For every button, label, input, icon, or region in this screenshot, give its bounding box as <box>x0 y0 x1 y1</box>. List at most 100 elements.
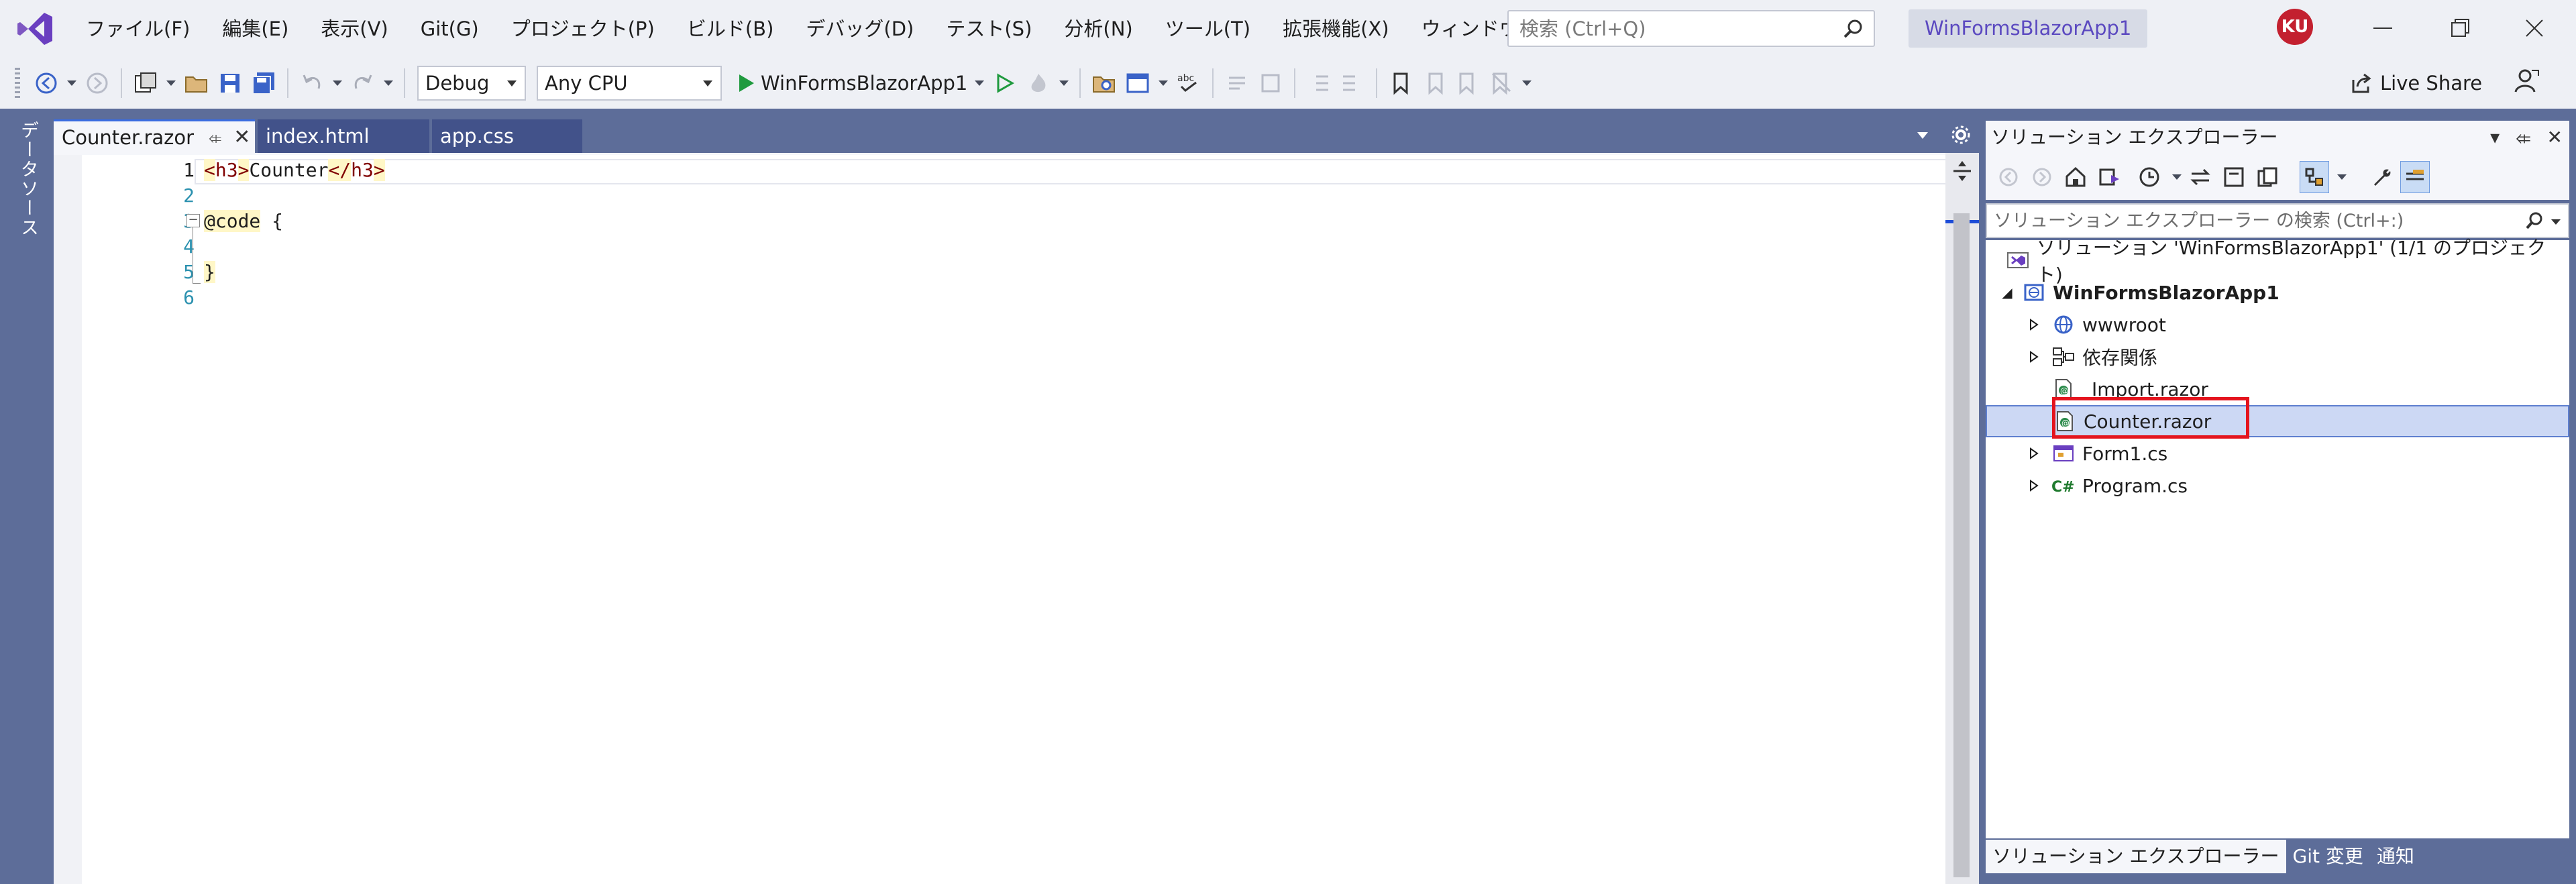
restore-icon[interactable] <box>2445 13 2475 43</box>
close-tab-icon[interactable]: ✕ <box>233 125 250 149</box>
collapse-arrow-icon[interactable]: ◢ <box>1999 284 2015 300</box>
menu-item[interactable]: ファイル(F) <box>70 9 206 49</box>
clear-bookmarks-icon[interactable] <box>1488 67 1515 99</box>
browser-link-icon[interactable] <box>1124 67 1151 99</box>
feedback-icon[interactable] <box>2513 68 2540 95</box>
save-all-icon[interactable] <box>250 67 277 99</box>
hot-reload-dropdown-icon[interactable] <box>1059 80 1069 86</box>
search-box[interactable] <box>1507 10 1875 47</box>
close-panel-icon[interactable]: ✕ <box>2547 121 2563 154</box>
expand-arrow-icon[interactable] <box>2029 447 2045 460</box>
save-icon[interactable] <box>217 67 244 99</box>
redo-icon[interactable] <box>350 67 376 99</box>
previous-bookmark-icon[interactable] <box>1421 67 1448 99</box>
search-options-dropdown-icon[interactable] <box>2549 215 2563 229</box>
minimize-icon[interactable] <box>2368 13 2398 43</box>
back-icon[interactable] <box>1994 161 2023 193</box>
preview-dropdown-icon[interactable] <box>2337 174 2347 180</box>
code-line[interactable]: 6 <box>54 286 1932 313</box>
code-line[interactable]: 2 <box>54 184 1932 211</box>
switch-views-icon[interactable] <box>2094 161 2124 193</box>
tab-overflow-dropdown-icon[interactable] <box>1915 127 1931 143</box>
menu-item[interactable]: デバッグ(D) <box>790 9 930 49</box>
next-bookmark-icon[interactable] <box>1454 67 1481 99</box>
forward-icon[interactable] <box>2027 161 2057 193</box>
bookmark-icon[interactable] <box>1387 67 1414 99</box>
solution-tree[interactable]: ソリューション 'WinFormsBlazorApp1' (1/1 のプロジェク… <box>1986 237 2569 838</box>
menu-item[interactable]: ツール(T) <box>1149 9 1267 49</box>
start-debugging-button[interactable]: WinFormsBlazorApp1 <box>737 67 967 99</box>
tree-item-program-cs[interactable]: C# Program.cs <box>1986 469 2569 502</box>
collapse-region-icon[interactable]: − <box>186 214 200 227</box>
indent-icon[interactable] <box>1339 67 1366 99</box>
start-without-debugging-icon[interactable] <box>991 67 1018 99</box>
uncomment-icon[interactable] <box>1257 67 1284 99</box>
search-icon[interactable] <box>1843 18 1864 40</box>
run-target-dropdown-icon[interactable] <box>975 80 985 86</box>
solution-explorer-search-input[interactable] <box>1992 209 2502 232</box>
tree-solution-node[interactable]: ソリューション 'WinFormsBlazorApp1' (1/1 のプロジェク… <box>1986 237 2569 286</box>
pin-icon[interactable]: ⤂ <box>209 128 221 147</box>
expand-arrow-icon[interactable] <box>2029 350 2045 364</box>
close-window-icon[interactable] <box>2520 13 2549 43</box>
filter-dropdown-icon[interactable] <box>2172 174 2182 180</box>
new-project-dropdown-icon[interactable] <box>166 80 176 86</box>
properties-icon[interactable] <box>2367 161 2396 193</box>
visual-studio-logo-icon[interactable] <box>15 9 55 49</box>
data-sources-tab[interactable]: データソース <box>15 121 41 237</box>
editor-vertical-scrollbar[interactable] <box>1945 153 1979 884</box>
browser-link-dropdown-icon[interactable] <box>1159 80 1169 86</box>
pending-changes-filter-icon[interactable] <box>2135 161 2164 193</box>
tab-index-html[interactable]: index.html <box>258 119 429 153</box>
menu-item[interactable]: Git(G) <box>405 9 495 49</box>
bottom-tab[interactable]: ソリューション エクスプローラー <box>1986 840 2286 873</box>
search-icon[interactable] <box>2525 211 2544 230</box>
pin-icon[interactable]: ⤂ <box>2516 121 2530 154</box>
configuration-select[interactable]: Debug <box>417 65 526 101</box>
menu-item[interactable]: プロジェクト(P) <box>495 9 671 49</box>
gear-icon[interactable] <box>1951 125 1971 145</box>
expand-arrow-icon[interactable] <box>2029 479 2045 492</box>
expand-arrow-icon[interactable] <box>2029 318 2045 331</box>
code-line[interactable]: 5} <box>54 261 1932 288</box>
tree-item-[interactable]: 依存関係 <box>1986 341 2569 373</box>
tab-counter-razor[interactable]: Counter.razor ⤂ ✕ <box>54 119 255 153</box>
redo-dropdown-icon[interactable] <box>384 80 393 86</box>
collapse-all-icon[interactable] <box>2219 161 2249 193</box>
bottom-tab[interactable]: Git 変更 <box>2286 840 2370 873</box>
platform-select[interactable]: Any CPU <box>537 65 722 101</box>
code-line[interactable]: 3 @code { <box>54 210 1932 237</box>
find-in-files-icon[interactable] <box>1091 67 1118 99</box>
hot-reload-icon[interactable] <box>1025 67 1052 99</box>
menu-item[interactable]: 編集(E) <box>206 9 305 49</box>
sync-with-active-document-icon[interactable] <box>2186 161 2215 193</box>
tree-item-form1-cs[interactable]: Form1.cs <box>1986 437 2569 469</box>
tree-project-node[interactable]: ◢ WinFormsBlazorApp1 <box>1986 276 2569 309</box>
comment-out-icon[interactable] <box>1224 67 1250 99</box>
split-window-icon[interactable] <box>1951 160 1974 182</box>
avatar[interactable]: KU <box>2277 9 2313 45</box>
outdent-icon[interactable] <box>1305 67 1332 99</box>
scrollbar-thumb[interactable] <box>1953 213 1970 877</box>
spell-check-icon[interactable]: abc <box>1175 67 1202 99</box>
preview-selected-items-icon[interactable] <box>2300 161 2329 193</box>
live-share-button[interactable]: Live Share <box>2349 66 2482 100</box>
open-folder-icon[interactable] <box>183 67 210 99</box>
tree-item-wwwroot[interactable]: wwwroot <box>1986 309 2569 341</box>
bottom-tab[interactable]: 通知 <box>2370 840 2421 873</box>
preview-tab-icon[interactable] <box>2400 161 2430 193</box>
code-line[interactable]: 4 <box>54 235 1932 262</box>
code-editor[interactable]: 1<h3>Counter</h3>23@code {45}6 − <box>54 153 1986 884</box>
new-project-icon[interactable] <box>132 67 159 99</box>
menu-item[interactable]: ビルド(B) <box>671 9 790 49</box>
code-line[interactable]: 1 <h3>Counter</h3> <box>54 159 1932 186</box>
undo-icon[interactable] <box>299 67 325 99</box>
toolbar-grip[interactable] <box>15 67 20 99</box>
forward-icon[interactable] <box>84 67 111 99</box>
show-all-files-icon[interactable] <box>2253 161 2282 193</box>
tab-app-css[interactable]: app.css <box>432 119 582 153</box>
menu-item[interactable]: 分析(N) <box>1048 9 1148 49</box>
back-icon[interactable] <box>33 67 60 99</box>
menu-item[interactable]: 拡張機能(X) <box>1267 9 1405 49</box>
home-icon[interactable] <box>2061 161 2090 193</box>
